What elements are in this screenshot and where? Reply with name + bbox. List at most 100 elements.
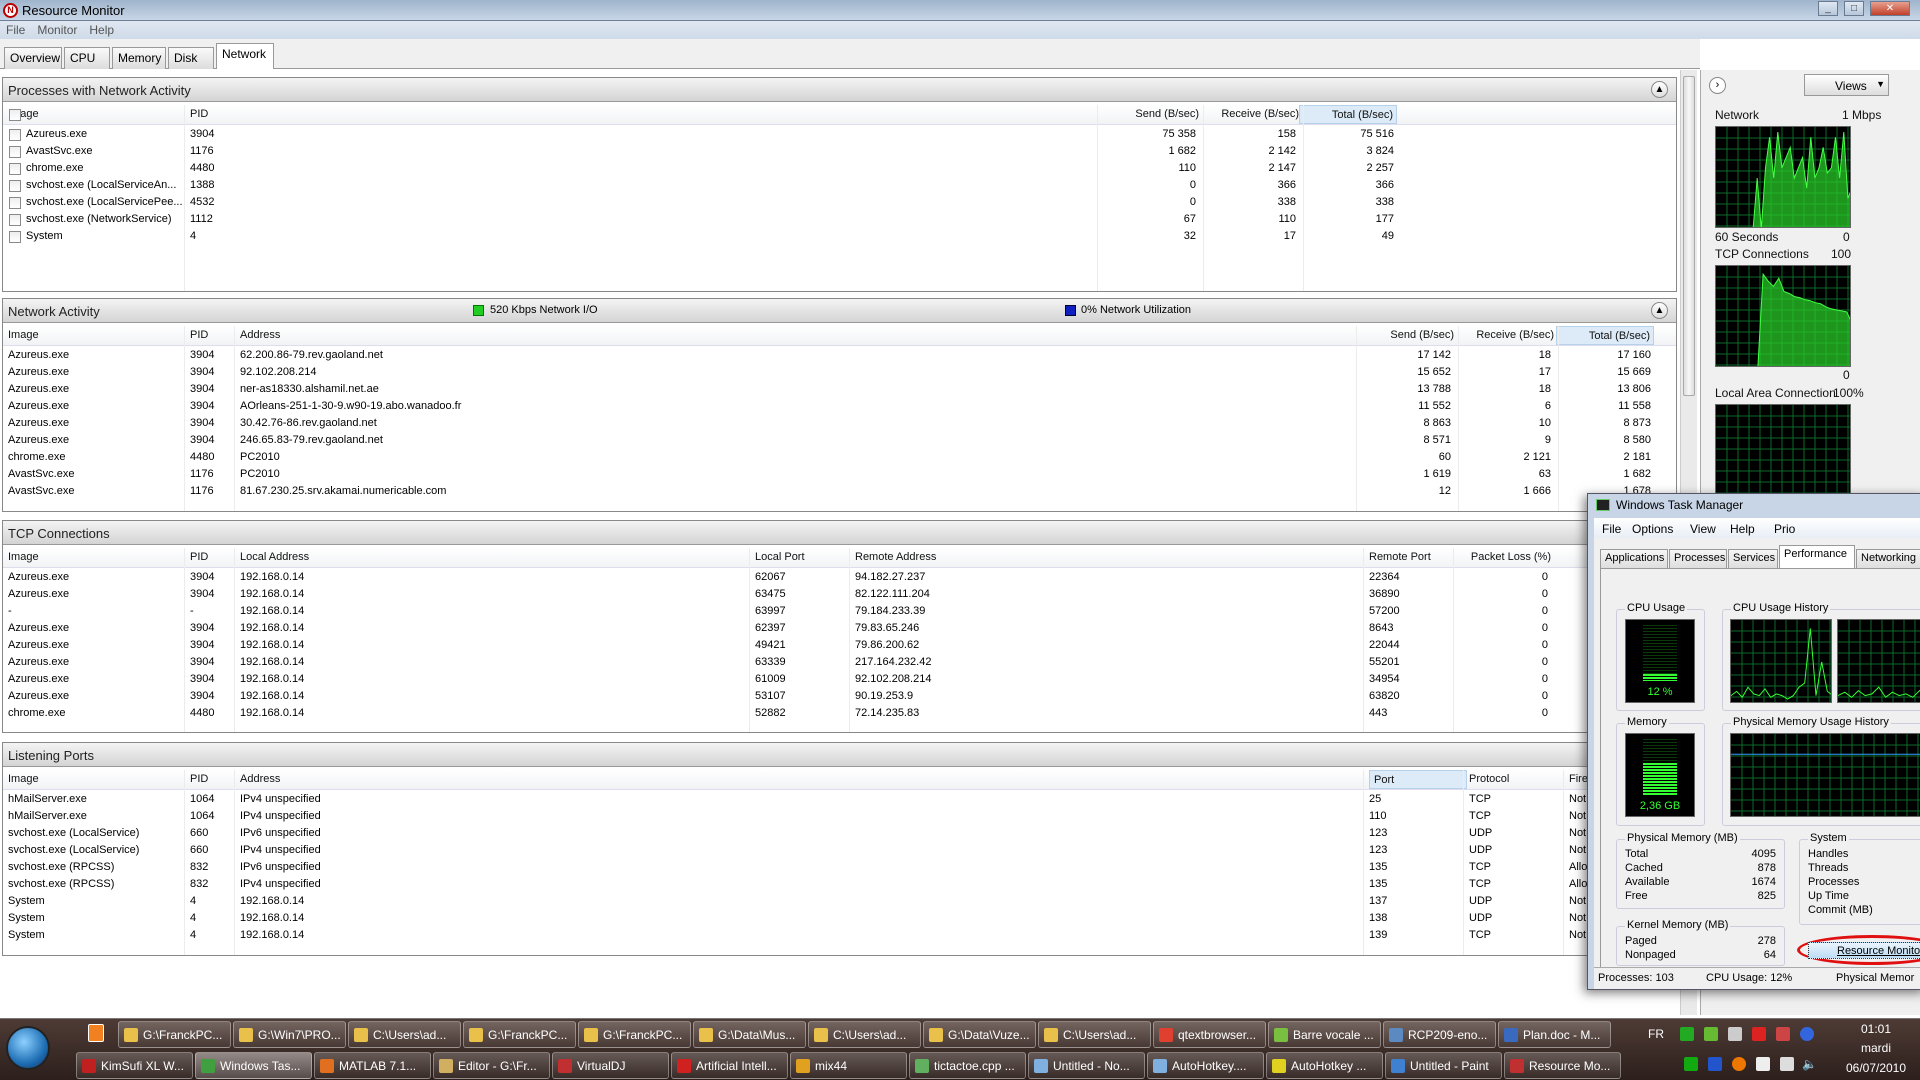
table-row[interactable]: Azureus.exe 3904 AOrleans-251-1-30-9.w90-1… xyxy=(3,398,1676,415)
table-row[interactable]: Azureus.exe 3904 192.168.0.14 61009 92.102.2… xyxy=(3,671,1676,688)
table-row[interactable]: System 4 192.168.0.14 139 TCP Not xyxy=(3,927,1676,944)
column-header-pid[interactable]: PID xyxy=(190,773,208,785)
column-header-pid[interactable]: PID xyxy=(190,551,208,563)
column-header-protocol[interactable]: Protocol xyxy=(1469,773,1509,785)
tray-bolt-icon[interactable] xyxy=(1800,1027,1814,1041)
row-checkbox[interactable] xyxy=(9,231,21,243)
column-header-total-b-sec-[interactable]: Total (B/sec) xyxy=(1299,105,1397,124)
row-checkbox[interactable] xyxy=(9,197,21,209)
table-row[interactable]: chrome.exe 4480 110 2 147 2 257 xyxy=(3,160,1676,177)
taskbar-button[interactable]: tictactoe.cpp ... xyxy=(909,1052,1026,1079)
table-row[interactable]: Azureus.exe 3904 62.200.86-79.rev.gaoland.… xyxy=(3,347,1676,364)
table-row[interactable]: svchost.exe (NetworkService) 1112 67 110 177 xyxy=(3,211,1676,228)
table-row[interactable]: Azureus.exe 3904 246.65.83-79.rev.gaoland.… xyxy=(3,432,1676,449)
table-row[interactable]: Azureus.exe 3904 192.168.0.14 63475 82.122.1… xyxy=(3,586,1676,603)
table-row[interactable]: svchost.exe (LocalServicePee... 4532 0 338 3… xyxy=(3,194,1676,211)
table-row[interactable]: Azureus.exe 3904 92.102.208.214 15 652 17 15 … xyxy=(3,364,1676,381)
column-header-local-address[interactable]: Local Address xyxy=(240,551,309,563)
views-dropdown[interactable]: Views ▼ xyxy=(1804,74,1889,96)
column-header-port[interactable]: Port xyxy=(1369,770,1467,789)
clock-time[interactable]: 01:01 xyxy=(1846,1022,1906,1036)
table-row[interactable]: AvastSvc.exe 1176 PC2010 1 619 63 1 682 xyxy=(3,466,1676,483)
column-header-send-b-sec-[interactable]: Send (B/sec) xyxy=(1390,329,1454,341)
table-row[interactable]: System 4 192.168.0.14 137 UDP Not xyxy=(3,893,1676,910)
resource-monitor-button[interactable]: Resource Monitor xyxy=(1808,942,1920,959)
taskbar-button[interactable]: C:\Users\ad... xyxy=(808,1021,921,1048)
column-header-receive-b-sec-[interactable]: Receive (B/sec) xyxy=(1476,329,1554,341)
table-row[interactable]: Azureus.exe 3904 192.168.0.14 62397 79.83.65… xyxy=(3,620,1676,637)
tab-disk[interactable]: Disk xyxy=(168,47,214,69)
column-header-pid[interactable]: PID xyxy=(190,329,208,341)
tray-tool-icon[interactable] xyxy=(1728,1027,1742,1041)
column-header-address[interactable]: Address xyxy=(240,773,280,785)
tm-menu-help[interactable]: Help xyxy=(1730,522,1755,536)
table-row[interactable]: Azureus.exe 3904 192.168.0.14 53107 90.19.25… xyxy=(3,688,1676,705)
taskbar-button[interactable]: Barre vocale ... xyxy=(1268,1021,1381,1048)
select-all-checkbox[interactable] xyxy=(9,109,21,121)
language-indicator[interactable]: FR xyxy=(1648,1027,1664,1041)
table-row[interactable]: System 4 192.168.0.14 138 UDP Not xyxy=(3,910,1676,927)
collapse-icon[interactable]: ▲ xyxy=(1651,302,1668,319)
column-header-image[interactable]: Image xyxy=(8,551,39,563)
taskbar-button[interactable]: G:\FranckPC... xyxy=(578,1021,691,1048)
row-checkbox[interactable] xyxy=(9,163,21,175)
taskbar-button[interactable]: AutoHotkey ... xyxy=(1266,1052,1383,1079)
menu-help[interactable]: Help xyxy=(83,21,120,39)
column-header-image[interactable]: Image xyxy=(8,773,39,785)
table-row[interactable]: Azureus.exe 3904 192.168.0.14 49421 79.86.20… xyxy=(3,637,1676,654)
tray-speaker-off-icon[interactable] xyxy=(1776,1027,1790,1041)
menu-file[interactable]: File xyxy=(0,21,31,39)
taskbar-button[interactable]: Editor - G:\Fr... xyxy=(433,1052,550,1079)
table-row[interactable]: hMailServer.exe 1064 IPv4 unspecified 110 TC… xyxy=(3,808,1676,825)
tm-menu-view[interactable]: View xyxy=(1690,522,1716,536)
tcp-connections-header[interactable]: TCP Connections xyxy=(3,521,1676,545)
tm-tab-processes[interactable]: Processes xyxy=(1669,549,1727,568)
table-row[interactable]: Azureus.exe 3904 192.168.0.14 63339 217.164.… xyxy=(3,654,1676,671)
tray-hmail-icon[interactable] xyxy=(1680,1027,1694,1041)
column-header-packet-loss-[interactable]: Packet Loss (%) xyxy=(1471,551,1551,563)
table-row[interactable]: chrome.exe 4480 PC2010 60 2 121 2 181 xyxy=(3,449,1676,466)
tm-tab-services[interactable]: Services xyxy=(1728,549,1778,568)
row-checkbox[interactable] xyxy=(9,146,21,158)
taskbar-button[interactable]: C:\Users\ad... xyxy=(1038,1021,1151,1048)
expand-panel-icon[interactable]: › xyxy=(1709,77,1726,94)
clock-day[interactable]: mardi xyxy=(1846,1041,1906,1055)
table-row[interactable]: svchost.exe (LocalService) 660 IPv4 unspec… xyxy=(3,842,1676,859)
minimize-button[interactable]: _ xyxy=(1818,1,1838,16)
table-row[interactable]: Azureus.exe 3904 30.42.76-86.rev.gaoland.n… xyxy=(3,415,1676,432)
tm-tab-networking[interactable]: Networking xyxy=(1856,549,1920,568)
taskbar-button[interactable]: MATLAB 7.1... xyxy=(314,1052,431,1079)
menu-monitor[interactable]: Monitor xyxy=(31,21,83,39)
tm-tab-applications[interactable]: Applications xyxy=(1600,549,1668,568)
processes-section-header[interactable]: Processes with Network Activity ▲ xyxy=(3,78,1676,102)
column-header-fire[interactable]: Fire xyxy=(1569,773,1588,785)
column-header-address[interactable]: Address xyxy=(240,329,280,341)
tray-network-icon[interactable] xyxy=(1780,1057,1794,1071)
column-header-local-port[interactable]: Local Port xyxy=(755,551,805,563)
table-row[interactable]: chrome.exe 4480 192.168.0.14 52882 72.14.235… xyxy=(3,705,1676,722)
row-checkbox[interactable] xyxy=(9,129,21,141)
collapse-icon[interactable]: ▲ xyxy=(1651,81,1668,98)
tab-overview[interactable]: Overview xyxy=(4,47,62,69)
column-header-send-b-sec-[interactable]: Send (B/sec) xyxy=(1135,108,1199,120)
taskbar-button[interactable]: Plan.doc - M... xyxy=(1498,1021,1611,1048)
taskbar-button[interactable]: VirtualDJ xyxy=(552,1052,669,1079)
tm-menu-options[interactable]: Options xyxy=(1632,522,1673,536)
column-header-remote-address[interactable]: Remote Address xyxy=(855,551,936,563)
tab-cpu[interactable]: CPU xyxy=(64,47,110,69)
tray-azureus-icon[interactable] xyxy=(1708,1057,1722,1071)
taskbar-button[interactable]: Resource Mo... xyxy=(1504,1052,1621,1079)
table-row[interactable]: Azureus.exe 3904 192.168.0.14 62067 94.182.2… xyxy=(3,569,1676,586)
tm-menu-file[interactable]: File xyxy=(1602,522,1621,536)
taskbar-button[interactable]: G:\Data\Vuze... xyxy=(923,1021,1036,1048)
table-row[interactable]: Azureus.exe 3904 75 358 158 75 516 xyxy=(3,126,1676,143)
taskbar-button[interactable]: G:\FranckPC... xyxy=(463,1021,576,1048)
tray-avast-icon[interactable] xyxy=(1732,1057,1746,1071)
taskbar-button[interactable]: qtextbrowser... xyxy=(1153,1021,1266,1048)
network-activity-header[interactable]: Network Activity 520 Kbps Network I/O 0%… xyxy=(3,299,1676,323)
tab-memory[interactable]: Memory xyxy=(112,47,166,69)
close-button[interactable]: ✕ xyxy=(1870,1,1910,16)
media-player-quick-launch-icon[interactable] xyxy=(88,1024,104,1042)
tray-ati-icon[interactable] xyxy=(1752,1027,1766,1041)
start-button[interactable] xyxy=(6,1026,50,1070)
